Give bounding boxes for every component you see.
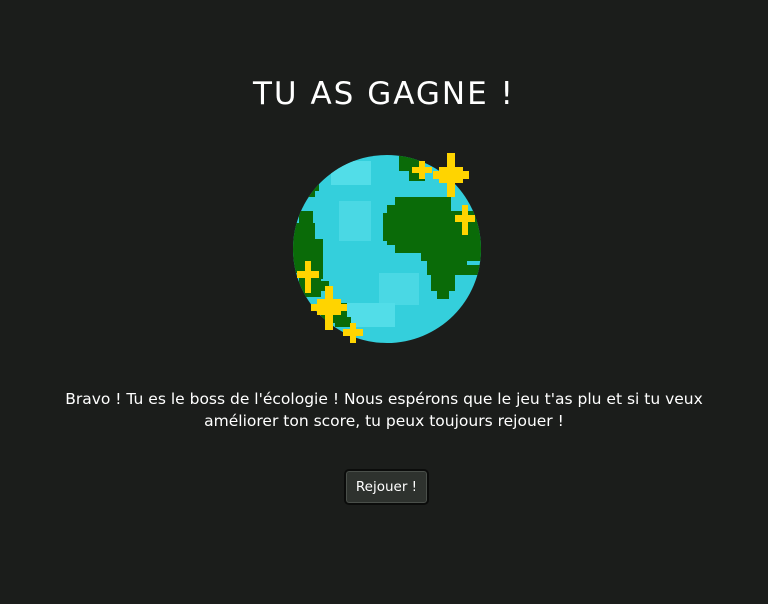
victory-screen: TU AS GAGNE ! Bravo ! Tu es le boss de l… (0, 0, 768, 604)
earth-icon (291, 153, 483, 345)
replay-button[interactable]: Rejouer ! (344, 469, 429, 505)
page-title: TU AS GAGNE ! (253, 76, 515, 112)
victory-message: Bravo ! Tu es le boss de l'écologie ! No… (65, 390, 703, 430)
